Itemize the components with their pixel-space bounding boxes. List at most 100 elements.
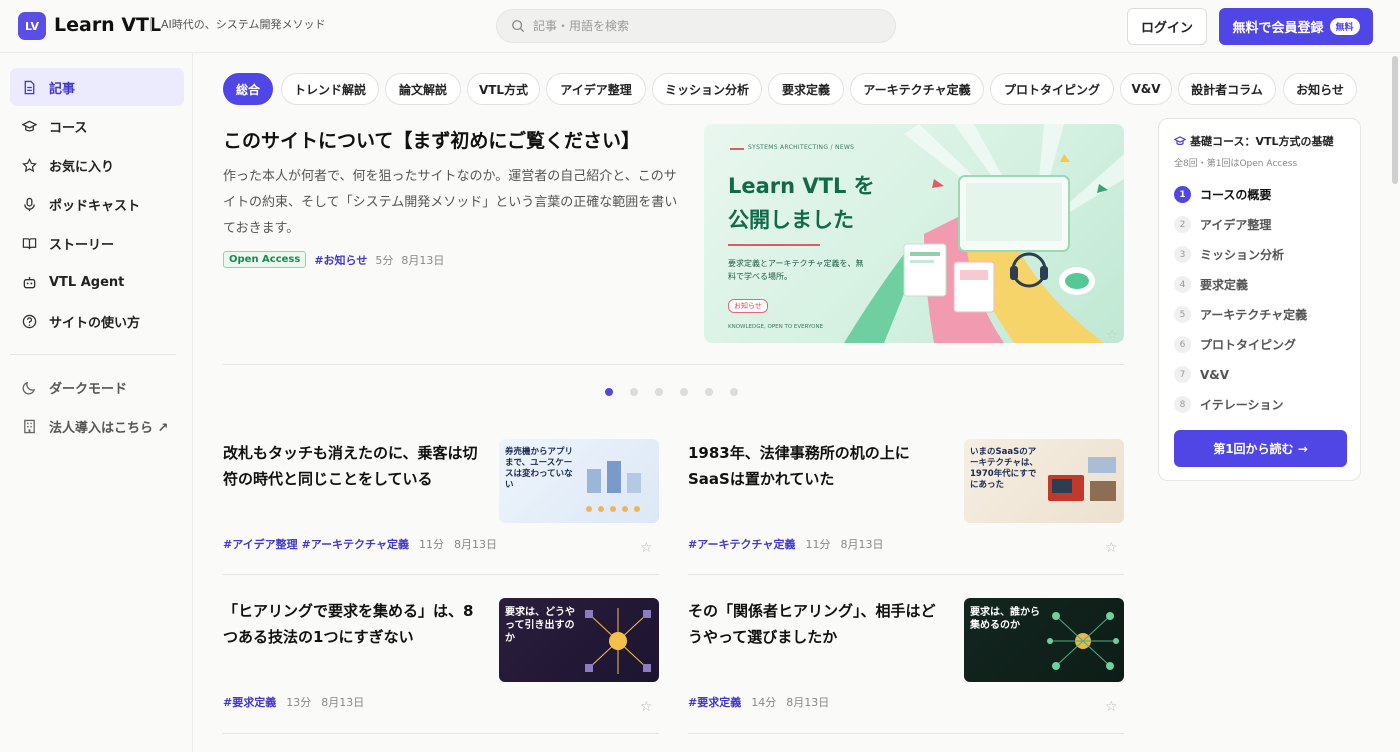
- article-title[interactable]: 「ヒアリングで要求を集める」は、8つある技法の1つにすぎない: [223, 598, 485, 650]
- open-access-badge: Open Access: [223, 251, 307, 268]
- step-label: アイデア整理: [1200, 218, 1272, 232]
- tab-mission[interactable]: ミッション分析: [652, 73, 762, 105]
- sidebar-item-label: コース: [49, 120, 88, 136]
- course-step[interactable]: 8 イテレーション: [1174, 396, 1284, 413]
- moon-icon: [22, 381, 36, 394]
- course-step[interactable]: 2 アイデア整理: [1174, 216, 1271, 233]
- article-title[interactable]: その「関係者ヒアリング」、相手はどうやって選びましたか: [688, 598, 950, 650]
- tab-idea[interactable]: アイデア整理: [546, 73, 646, 105]
- carousel-dot[interactable]: [705, 388, 713, 396]
- article-thumbnail[interactable]: 券売機からアプリまで、ユースケースは変わっていない: [499, 439, 659, 523]
- article-tags[interactable]: #要求定義: [688, 694, 741, 710]
- dark-mode-toggle[interactable]: ダークモード: [10, 368, 184, 406]
- article-read-time: 13分: [286, 696, 312, 709]
- carousel-dots: [605, 388, 738, 396]
- tab-architecture[interactable]: アーキテクチャ定義: [850, 73, 984, 105]
- site-tagline: AI時代の、システム開発メソッド: [151, 18, 325, 32]
- tab-requirements[interactable]: 要求定義: [768, 73, 844, 105]
- article-tags[interactable]: #要求定義: [223, 694, 276, 710]
- page-scrollbar[interactable]: [1392, 56, 1398, 184]
- favorite-star-icon[interactable]: ☆: [640, 699, 653, 715]
- carousel-dot[interactable]: [630, 388, 638, 396]
- article-title[interactable]: 改札もタッチも消えたのに、乗客は切符の時代と同じことをしている: [223, 440, 485, 492]
- carousel-dot[interactable]: [680, 388, 688, 396]
- step-label: V&V: [1200, 367, 1230, 382]
- article-title[interactable]: 1983年、法律事務所の机の上にSaaSは置かれていた: [688, 440, 950, 492]
- course-step[interactable]: 1 コースの概要: [1174, 186, 1271, 203]
- hero-image-headline-1: Learn VTL を: [728, 174, 875, 198]
- start-course-button[interactable]: 第1回から読む →: [1174, 430, 1347, 467]
- graduation-cap-icon: [1174, 136, 1186, 146]
- signup-label: 無料で会員登録: [1232, 21, 1324, 36]
- article-tags[interactable]: #アーキテクチャ定義: [688, 536, 795, 552]
- tab-vtl-method[interactable]: VTL方式: [467, 73, 540, 105]
- course-panel: 基礎コース：VTL方式の基礎 全8回・第1回はOpen Access 1 コースの…: [1158, 118, 1361, 481]
- building-icon: [24, 419, 35, 433]
- sidebar-item-help[interactable]: サイトの使い方: [10, 302, 184, 340]
- hero-image[interactable]: SYSTEMS ARCHITECTING / NEWS Learn VTL を …: [704, 124, 1124, 343]
- tab-general[interactable]: 総合: [223, 73, 273, 105]
- enterprise-link[interactable]: 法人導入はこちら ↗: [10, 407, 184, 445]
- course-step[interactable]: 7 V&V: [1174, 366, 1229, 383]
- article-meta: #要求定義 14分 8月13日: [688, 694, 829, 710]
- search-input[interactable]: [533, 19, 873, 33]
- course-step[interactable]: 4 要求定義: [1174, 276, 1248, 293]
- article-thumbnail[interactable]: いまのSaaSのアーキテクチャは、1970年代にすでにあった: [964, 439, 1124, 523]
- carousel-dot[interactable]: [730, 388, 738, 396]
- tab-column[interactable]: 設計者コラム: [1178, 73, 1276, 105]
- book-icon: [22, 237, 37, 249]
- thumbnail-illustration: [585, 608, 651, 674]
- hero-image-headline-2: 公開しました: [728, 208, 854, 232]
- tab-prototyping[interactable]: プロトタイピング: [990, 73, 1114, 105]
- sidebar-item-podcast[interactable]: ポッドキャスト: [10, 185, 184, 223]
- signup-button[interactable]: 無料で会員登録 無料: [1219, 8, 1373, 45]
- hero-title[interactable]: このサイトについて【まず初めにご覧ください】: [223, 126, 640, 153]
- sidebar-item-articles[interactable]: 記事: [10, 68, 184, 106]
- favorite-star-icon[interactable]: ☆: [640, 540, 653, 556]
- tab-news[interactable]: お知らせ: [1283, 73, 1357, 105]
- card-divider: [223, 733, 659, 734]
- course-step[interactable]: 5 アーキテクチャ定義: [1174, 306, 1307, 323]
- favorite-star-icon[interactable]: ☆: [1105, 540, 1118, 556]
- course-step[interactable]: 3 ミッション分析: [1174, 246, 1284, 263]
- step-number: 5: [1174, 306, 1191, 323]
- thumbnail-text: 要求は、どうやって引き出すのか: [505, 607, 575, 644]
- hero-image-underline: [728, 244, 820, 246]
- article-tags[interactable]: #アイデア整理 #アーキテクチャ定義: [223, 536, 409, 552]
- sidebar-item-agent[interactable]: VTL Agent: [10, 263, 184, 301]
- step-label: コースの概要: [1200, 188, 1272, 202]
- article-read-time: 11分: [418, 538, 444, 551]
- article-thumbnail[interactable]: 要求は、どうやって引き出すのか: [499, 598, 659, 682]
- sidebar-item-courses[interactable]: コース: [10, 107, 184, 145]
- card-divider: [223, 574, 659, 575]
- tab-vv[interactable]: V&V: [1120, 73, 1172, 105]
- enterprise-label: 法人導入はこちら ↗: [49, 420, 169, 436]
- course-title[interactable]: 基礎コース：VTL方式の基礎: [1174, 133, 1333, 149]
- sidebar-item-favorites[interactable]: お気に入り: [10, 146, 184, 184]
- tab-trends[interactable]: トレンド解説: [281, 73, 379, 105]
- sidebar-item-stories[interactable]: ストーリー: [10, 224, 184, 262]
- star-icon: [22, 157, 37, 172]
- carousel-dot[interactable]: [605, 388, 613, 396]
- login-button[interactable]: ログイン: [1127, 8, 1207, 45]
- step-label: アーキテクチャ定義: [1200, 308, 1308, 322]
- hero-favorite-star-icon[interactable]: ☆: [1106, 328, 1118, 343]
- tab-papers[interactable]: 論文解説: [385, 73, 461, 105]
- article-meta: #要求定義 13分 8月13日: [223, 694, 364, 710]
- site-logo-text[interactable]: Learn VTL: [54, 14, 161, 36]
- hero-read-time: 5分: [375, 253, 394, 267]
- article-date: 8月13日: [840, 538, 884, 551]
- article-read-time: 11分: [805, 538, 831, 551]
- favorite-star-icon[interactable]: ☆: [1105, 699, 1118, 715]
- carousel-dot[interactable]: [655, 388, 663, 396]
- logo-badge[interactable]: LV: [18, 12, 46, 40]
- article-date: 8月13日: [786, 696, 830, 709]
- sidebar-item-label: ポッドキャスト: [49, 198, 141, 214]
- search-box[interactable]: [496, 9, 896, 43]
- search-icon: [512, 20, 525, 33]
- course-step[interactable]: 6 プロトタイピング: [1174, 336, 1296, 353]
- article-thumbnail[interactable]: 要求は、誰から集めるのか: [964, 598, 1124, 682]
- sidebar: 記事 コース お気に入り ポッドキャスト ストーリー VTL Agent サイト…: [0, 53, 193, 752]
- hero-tag[interactable]: #お知らせ: [314, 252, 367, 268]
- help-icon: [22, 314, 37, 328]
